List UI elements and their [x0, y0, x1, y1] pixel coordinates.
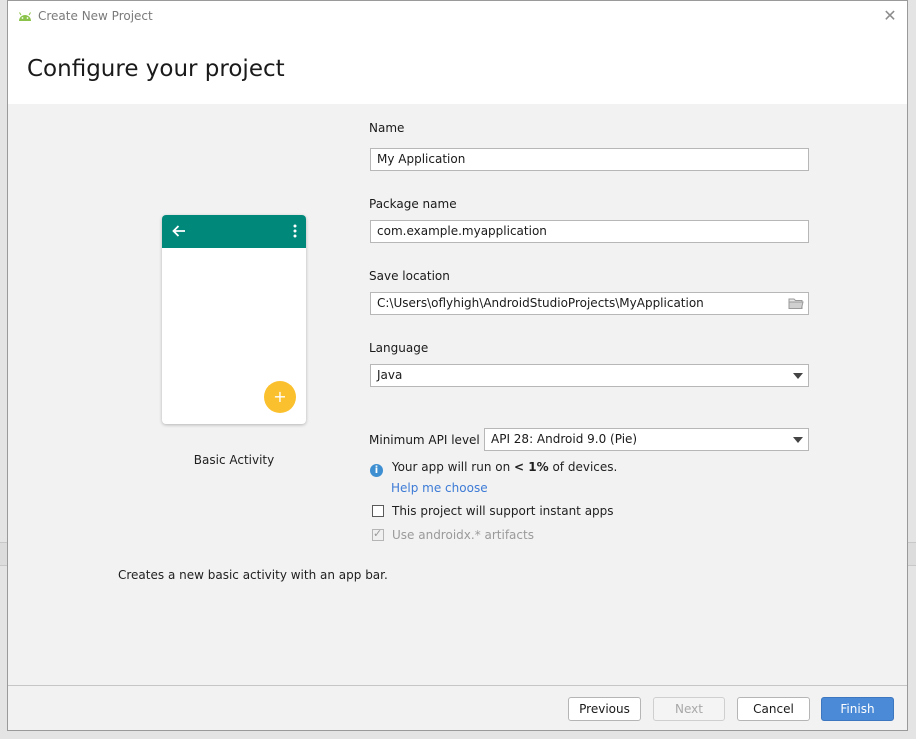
footer-divider — [8, 685, 907, 686]
next-button: Next — [653, 697, 725, 721]
androidx-checkbox: ✓ — [372, 527, 384, 541]
save-location-value: C:\Users\oflyhigh\AndroidStudioProjects\… — [377, 296, 704, 310]
instant-apps-checkbox[interactable] — [372, 505, 384, 517]
close-icon[interactable]: ✕ — [881, 7, 899, 25]
cancel-button[interactable]: Cancel — [737, 697, 810, 721]
previous-button[interactable]: Previous — [568, 697, 641, 721]
window-title: Create New Project — [38, 9, 153, 23]
package-name-label: Package name — [369, 197, 457, 211]
save-location-input[interactable]: C:\Users\oflyhigh\AndroidStudioProjects\… — [370, 292, 809, 315]
name-input[interactable]: My Application — [370, 148, 809, 171]
activity-name-label: Basic Activity — [193, 453, 275, 467]
min-api-select[interactable]: API 28: Android 9.0 (Pie) — [484, 428, 809, 451]
androidx-option: ✓ Use androidx.* artifacts — [372, 527, 534, 542]
chevron-down-icon — [793, 373, 803, 379]
androidx-label: Use androidx.* artifacts — [392, 528, 534, 542]
name-label: Name — [369, 121, 405, 135]
package-name-value: com.example.myapplication — [377, 224, 547, 238]
title-bar: Create New Project ✕ — [8, 1, 907, 32]
info-suffix: of devices. — [552, 460, 618, 474]
more-vert-icon — [293, 224, 297, 238]
instant-apps-label: This project will support instant apps — [392, 504, 614, 518]
activity-description: Creates a new basic activity with an app… — [118, 568, 388, 582]
info-icon: i — [370, 464, 383, 477]
info-prefix: Your app will run on — [391, 460, 511, 474]
device-coverage-info: i Your app will run on < 1% of devices. — [370, 460, 617, 477]
min-api-value: API 28: Android 9.0 (Pie) — [491, 432, 638, 446]
language-value: Java — [377, 368, 403, 382]
fab-plus-icon: + — [264, 381, 296, 413]
min-api-label: Minimum API level — [369, 433, 480, 447]
language-label: Language — [369, 341, 429, 355]
info-percent: < 1% — [514, 460, 549, 474]
create-project-dialog: Create New Project ✕ Configure your proj… — [7, 0, 908, 731]
save-location-label: Save location — [369, 269, 450, 283]
package-name-input[interactable]: com.example.myapplication — [370, 220, 809, 243]
preview-app-bar — [162, 215, 306, 248]
instant-apps-option[interactable]: This project will support instant apps — [372, 504, 614, 518]
help-me-choose-link[interactable]: Help me choose — [391, 481, 488, 495]
chevron-down-icon — [793, 437, 803, 443]
checkmark-icon: ✓ — [373, 527, 383, 540]
back-arrow-icon — [172, 225, 185, 237]
activity-preview: + — [162, 215, 306, 424]
android-icon — [19, 12, 31, 21]
page-title: Configure your project — [27, 56, 285, 82]
folder-icon[interactable] — [788, 297, 804, 310]
name-input-value: My Application — [377, 152, 466, 166]
finish-button[interactable]: Finish — [821, 697, 894, 721]
language-select[interactable]: Java — [370, 364, 809, 387]
